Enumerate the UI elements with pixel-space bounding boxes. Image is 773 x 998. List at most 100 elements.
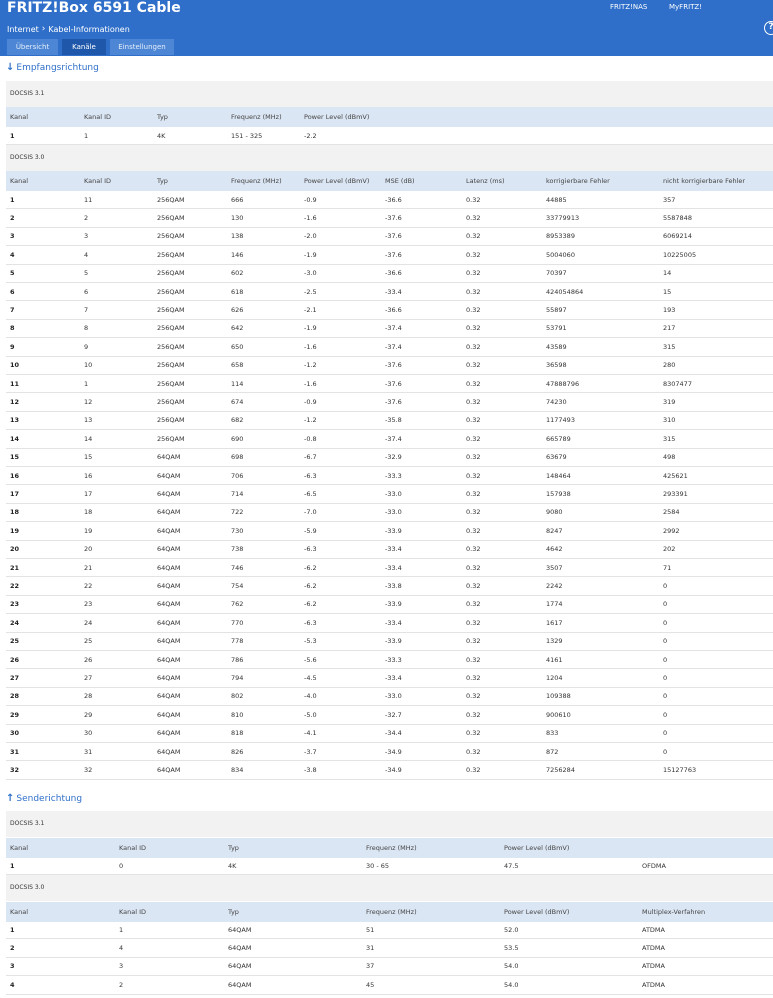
table-row: 24 24 64QAM 770 -6.3 -33.4 0.32 1617 0 [6, 614, 773, 633]
table-cell: 3 [119, 962, 124, 971]
upstream-heading: ↑ Senderichtung [6, 793, 82, 804]
table-cell: 293391 [663, 490, 688, 499]
table-row: 29 29 64QAM 810 -5.0 -32.7 0.32 900610 0 [6, 706, 773, 725]
table-cell: -33.3 [385, 471, 402, 480]
table-cell: 64QAM [157, 563, 181, 572]
column-header: Frequenz (MHz) [366, 908, 417, 916]
table-cell: 28 [10, 692, 20, 701]
table-row: 2 4 64QAM 31 53.5 ATDMA [6, 939, 773, 958]
myfritz-link[interactable]: MyFRITZ! [669, 3, 702, 11]
tab-kanaele[interactable]: Kanäle [62, 39, 106, 55]
table-cell: 114 [231, 379, 244, 388]
tab-uebersicht[interactable]: Übersicht [7, 39, 58, 55]
top-bar: FRITZ!Box 6591 Cable FRITZ!NAS MyFRITZ! … [0, 0, 773, 56]
table-row: 19 19 64QAM 730 -5.9 -33.9 0.32 8247 2992 [6, 522, 773, 541]
table-cell: 32 [84, 766, 93, 775]
table-cell: 833 [546, 729, 559, 738]
table-row: 15 15 64QAM 698 -6.7 -32.9 0.32 63679 498 [6, 449, 773, 467]
table-row: 8 8 256QAM 642 -1.9 -37.4 0.32 53791 217 [6, 320, 773, 339]
table-row: 18 18 64QAM 722 -7.0 -33.0 0.32 9080 2584 [6, 504, 773, 523]
table-cell: 14 [84, 434, 93, 443]
table-cell: 64QAM [157, 453, 181, 462]
table-cell: 834 [231, 766, 244, 775]
table-cell: 20 [84, 545, 93, 554]
column-header: Power Level (dBmV) [504, 908, 570, 916]
table-cell: 0 [663, 655, 668, 664]
breadcrumb-kabel-informationen[interactable]: Kabel-Informationen [48, 25, 129, 34]
table-cell: 1774 [546, 600, 563, 609]
tab-einstellungen[interactable]: Einstellungen [110, 39, 174, 55]
table-cell: 786 [231, 655, 244, 664]
table-cell: 0 [663, 747, 668, 756]
table-cell: 64QAM [228, 962, 252, 971]
table-cell: -33.4 [385, 618, 402, 627]
table-cell: 1 [10, 195, 15, 204]
table-cell: 4 [10, 980, 15, 989]
table-cell: 0.32 [466, 618, 481, 627]
table-cell: 424054864 [546, 287, 584, 296]
table-cell: 425621 [663, 471, 688, 480]
table-cell: 0.32 [466, 269, 481, 278]
table-cell: -33.9 [385, 637, 402, 646]
table-cell: OFDMA [642, 861, 666, 870]
table-cell: 28 [84, 692, 93, 701]
table-cell: 682 [231, 416, 244, 425]
table-cell: 0.32 [466, 563, 481, 572]
table-cell: -33.0 [385, 508, 402, 517]
table-cell: -33.8 [385, 582, 402, 591]
table-cell: 146 [231, 250, 244, 259]
table-cell: -36.6 [385, 195, 402, 204]
table-cell: -33.9 [385, 600, 402, 609]
table-cell: 690 [231, 434, 244, 443]
table-cell: 706 [231, 471, 244, 480]
table-cell: 826 [231, 747, 244, 756]
table-cell: 24 [10, 618, 20, 627]
table-cell: 9080 [546, 508, 563, 517]
table-cell: -3.7 [304, 747, 317, 756]
table-cell: -33.4 [385, 545, 402, 554]
table-cell: 0 [663, 710, 668, 719]
table-cell: 148464 [546, 471, 571, 480]
table-cell: 256QAM [157, 214, 185, 223]
table-cell: 256QAM [157, 434, 185, 443]
table-cell: -37.6 [385, 379, 402, 388]
table-cell: -34.9 [385, 747, 402, 756]
table-cell: 31 [366, 944, 375, 953]
fritz-nas-link[interactable]: FRITZ!NAS [610, 3, 647, 11]
table-cell: 74230 [546, 398, 567, 407]
table-cell: 1 [84, 379, 89, 388]
table-cell: 6 [10, 287, 15, 296]
table-cell: 16 [10, 471, 20, 480]
table-cell: 36598 [546, 361, 567, 370]
table-row: 1 11 256QAM 666 -0.9 -36.6 0.32 44885 357 [6, 191, 773, 210]
table-row: 2 2 256QAM 130 -1.6 -37.6 0.32 33779913 5587848 [6, 209, 773, 228]
table-cell: 256QAM [157, 195, 185, 204]
table-row: 6 6 256QAM 618 -2.5 -33.4 0.32 424054864 15 [6, 283, 773, 302]
table-cell: 47.5 [504, 861, 519, 870]
table-cell: 20 [10, 545, 20, 554]
column-header: Kanal ID [119, 908, 147, 916]
table-cell: 1 [10, 925, 15, 934]
table-cell: 14 [663, 269, 672, 278]
table-cell: 256QAM [157, 379, 185, 388]
table-cell: 13 [84, 416, 93, 425]
downstream-title: Empfangsrichtung [16, 62, 99, 73]
table-cell: -37.4 [385, 324, 402, 333]
table-cell: 0 [663, 692, 668, 701]
table-cell: 11 [10, 379, 20, 388]
table-cell: 4642 [546, 545, 563, 554]
table-cell: 8247 [546, 526, 563, 535]
table-cell: 818 [231, 729, 244, 738]
table-cell: 30 - 65 [366, 861, 390, 870]
table-cell: 0.32 [466, 655, 481, 664]
table-cell: -6.3 [304, 471, 317, 480]
column-header: Typ [228, 844, 239, 852]
question-circle-icon[interactable]: ? [764, 21, 773, 35]
table-cell: -1.9 [304, 324, 317, 333]
table-cell: 0.32 [466, 490, 481, 499]
table-cell: 4K [228, 861, 237, 870]
table-cell: -5.9 [304, 526, 317, 535]
table-cell: 64QAM [228, 925, 252, 934]
breadcrumb-internet[interactable]: Internet [7, 25, 39, 34]
table-cell: 63679 [546, 453, 567, 462]
